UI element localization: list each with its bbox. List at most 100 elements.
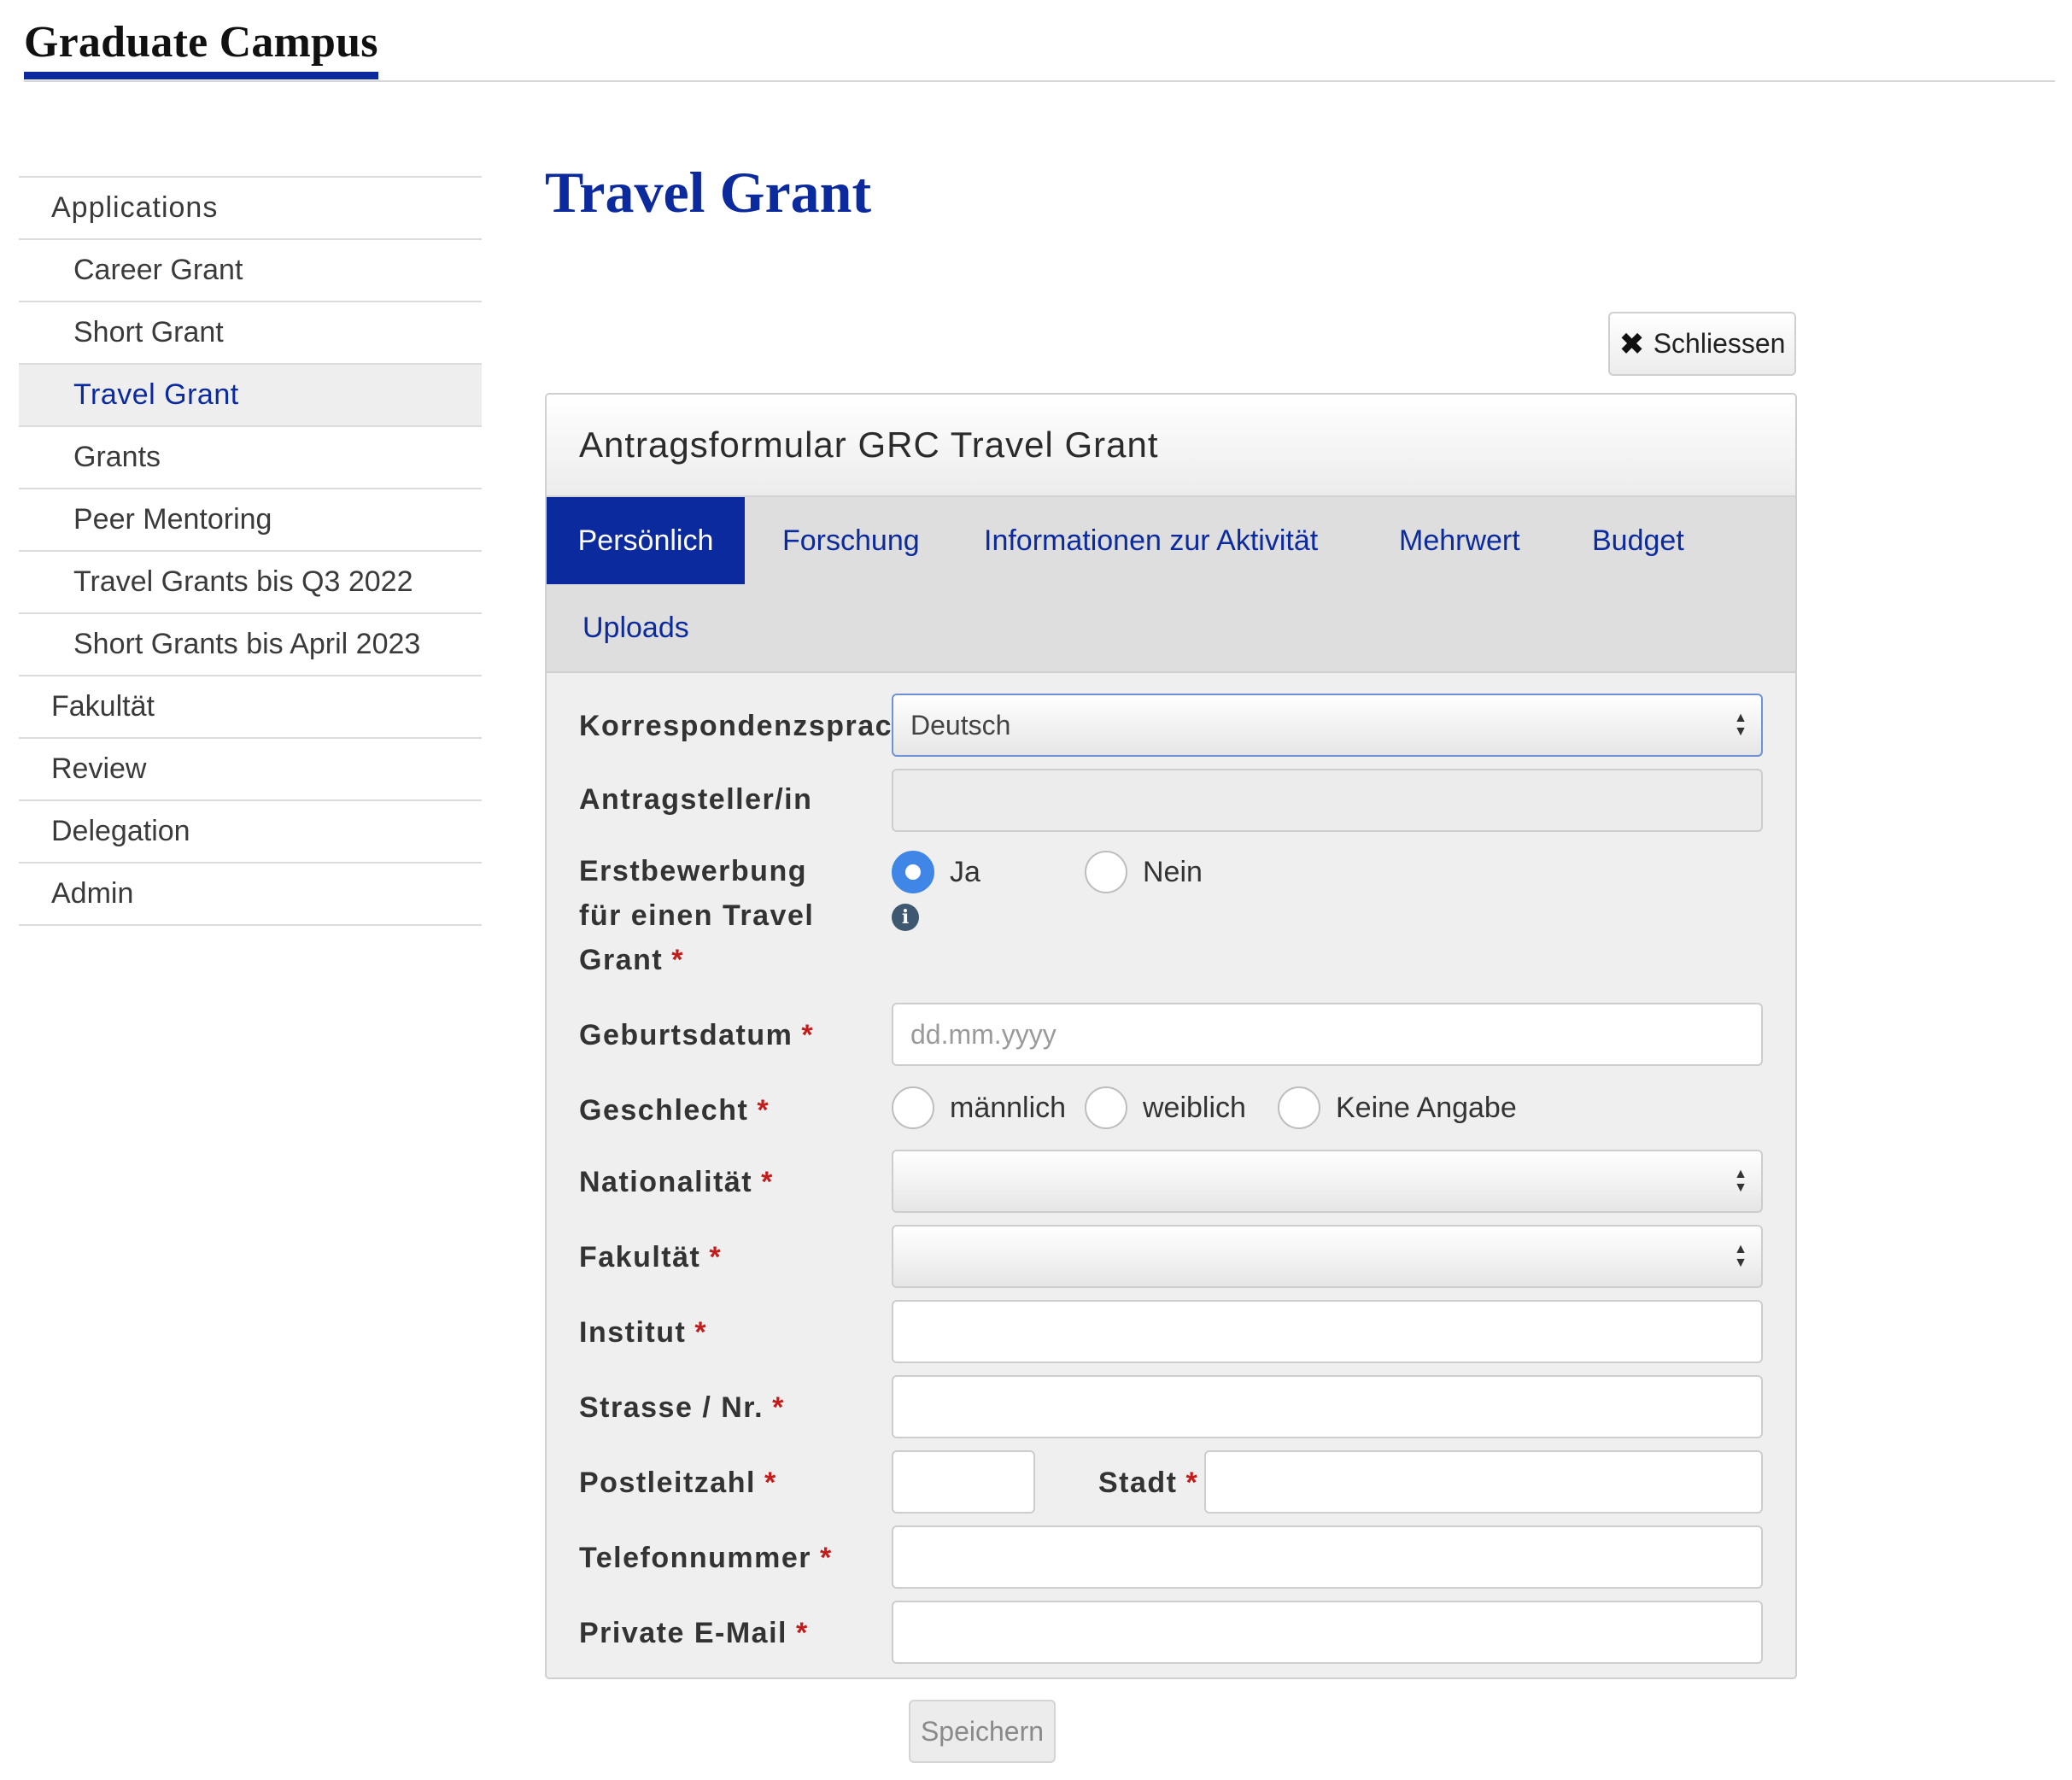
tab-informationen-zur-aktivitaet[interactable]: Informationen zur Aktivität: [984, 497, 1318, 584]
required-marker: *: [671, 944, 684, 976]
geschlecht-weiblich-label: weiblich: [1143, 1091, 1246, 1124]
geburtsdatum-label: Geburtsdatum *: [579, 1013, 814, 1057]
erstbewerbung-label: Erstbewerbung für einen Travel Grant *: [579, 849, 814, 982]
page-title: Travel Grant: [545, 160, 872, 225]
tab-persoenlich[interactable]: Persönlich: [547, 497, 745, 584]
korrespondenz-label: Korrespondenzsprach: [579, 704, 911, 748]
antragsteller-label-text: Antragsteller/in: [579, 783, 813, 816]
strasse-field[interactable]: [892, 1375, 1763, 1438]
sidebar-item-travel-grants-q3-2022[interactable]: Travel Grants bis Q3 2022: [19, 552, 482, 614]
page: Graduate Campus Applications Career Gran…: [0, 0, 2072, 1780]
stadt-label-text: Stadt: [1098, 1467, 1178, 1499]
sidebar-item-review[interactable]: Review: [19, 739, 482, 801]
select-arrows-icon: ▲ ▼: [1734, 1242, 1747, 1270]
required-marker: *: [709, 1241, 723, 1274]
telefon-label-text: Telefonnummer: [579, 1542, 812, 1574]
sidebar-item-career-grant[interactable]: Career Grant: [19, 240, 482, 302]
sidebar-item-peer-mentoring[interactable]: Peer Mentoring: [19, 489, 482, 552]
geschlecht-radio-weiblich[interactable]: weiblich: [1085, 1086, 1246, 1129]
nationalitaet-label-text: Nationalität: [579, 1166, 753, 1198]
radio-checked-icon: [892, 851, 934, 893]
email-label-text: Private E-Mail: [579, 1617, 787, 1649]
erstbewerbung-label-line-1: Erstbewerbung: [579, 855, 807, 887]
fakultaet-label: Fakultät *: [579, 1235, 722, 1279]
close-button[interactable]: ✖ Schliessen: [1608, 312, 1796, 376]
sidebar-item-fakultaet[interactable]: Fakultät: [19, 676, 482, 739]
geschlecht-radio-maennlich[interactable]: männlich: [892, 1086, 1066, 1129]
site-brand[interactable]: Graduate Campus: [24, 17, 378, 67]
form-tabs: Persönlich Forschung Informationen zur A…: [547, 497, 1795, 673]
close-icon: ✖: [1618, 325, 1645, 361]
institut-field[interactable]: [892, 1300, 1763, 1363]
antragsteller-label: Antragsteller/in: [579, 777, 812, 822]
radio-unchecked-icon: [892, 1086, 934, 1129]
sidebar-item-grants[interactable]: Grants: [19, 427, 482, 489]
telefon-label: Telefonnummer *: [579, 1536, 833, 1580]
tab-budget[interactable]: Budget: [1592, 497, 1684, 584]
nationalitaet-label: Nationalität *: [579, 1160, 774, 1204]
fakultaet-label-text: Fakultät: [579, 1241, 701, 1274]
institut-label-text: Institut: [579, 1316, 687, 1349]
select-arrows-icon: ▲ ▼: [1734, 711, 1747, 739]
korrespondenz-select[interactable]: Deutsch ▲ ▼: [892, 694, 1763, 757]
stadt-label: Stadt *: [1098, 1461, 1198, 1505]
radio-unchecked-icon: [1085, 851, 1127, 893]
geschlecht-keine-angabe-label: Keine Angabe: [1336, 1091, 1517, 1124]
tab-forschung[interactable]: Forschung: [782, 497, 920, 584]
close-button-label: Schliessen: [1653, 328, 1786, 359]
geschlecht-label-text: Geschlecht: [579, 1094, 749, 1127]
geschlecht-label: Geschlecht *: [579, 1088, 770, 1133]
info-icon[interactable]: i: [892, 904, 919, 931]
sidebar-item-admin[interactable]: Admin: [19, 864, 482, 926]
telefon-field[interactable]: [892, 1525, 1763, 1589]
tab-mehrwert[interactable]: Mehrwert: [1399, 497, 1520, 584]
nationalitaet-select[interactable]: ▲ ▼: [892, 1150, 1763, 1213]
fakultaet-select[interactable]: ▲ ▼: [892, 1225, 1763, 1288]
required-marker: *: [1185, 1467, 1199, 1499]
institut-label: Institut *: [579, 1310, 707, 1355]
sidebar-nav: Applications Career Grant Short Grant Tr…: [19, 176, 482, 926]
korrespondenz-label-text: Korrespondenzsprach: [579, 710, 912, 742]
erstbewerbung-ja-label: Ja: [950, 855, 980, 888]
select-arrows-icon: ▲ ▼: [1734, 1167, 1747, 1195]
geschlecht-radio-keine-angabe[interactable]: Keine Angabe: [1278, 1086, 1517, 1129]
erstbewerbung-nein-label: Nein: [1143, 855, 1203, 888]
sidebar-item-short-grants-april-2023[interactable]: Short Grants bis April 2023: [19, 614, 482, 676]
antragsteller-field[interactable]: [892, 769, 1763, 832]
erstbewerbung-radio-ja[interactable]: Ja: [892, 851, 980, 893]
sidebar-item-short-grant[interactable]: Short Grant: [19, 302, 482, 365]
email-field[interactable]: [892, 1601, 1763, 1664]
sidebar-item-delegation[interactable]: Delegation: [19, 801, 482, 864]
required-marker: *: [801, 1019, 815, 1051]
geburtsdatum-label-text: Geburtsdatum: [579, 1019, 793, 1051]
required-marker: *: [772, 1391, 785, 1424]
erstbewerbung-radio-nein[interactable]: Nein: [1085, 851, 1203, 893]
geburtsdatum-placeholder: dd.mm.yyyy: [910, 1018, 1056, 1050]
tab-uploads[interactable]: Uploads: [582, 584, 689, 671]
postleitzahl-label-text: Postleitzahl: [579, 1467, 756, 1499]
required-marker: *: [795, 1617, 809, 1649]
postleitzahl-label: Postleitzahl *: [579, 1461, 777, 1505]
email-label: Private E-Mail *: [579, 1611, 809, 1655]
strasse-label: Strasse / Nr. *: [579, 1385, 785, 1430]
erstbewerbung-label-line-2: für einen Travel: [579, 899, 815, 932]
geburtsdatum-field[interactable]: dd.mm.yyyy: [892, 1003, 1763, 1066]
required-marker: *: [694, 1316, 708, 1349]
brand-underline: [24, 72, 378, 79]
header-divider: [24, 80, 2055, 82]
radio-unchecked-icon: [1085, 1086, 1127, 1129]
postleitzahl-field[interactable]: [892, 1450, 1035, 1514]
strasse-label-text: Strasse / Nr.: [579, 1391, 764, 1424]
required-marker: *: [820, 1542, 833, 1574]
sidebar-item-travel-grant[interactable]: Travel Grant: [19, 365, 482, 427]
required-marker: *: [764, 1467, 777, 1499]
sidebar-item-applications[interactable]: Applications: [19, 178, 482, 240]
erstbewerbung-label-line-3: Grant: [579, 944, 664, 976]
required-marker: *: [761, 1166, 774, 1198]
radio-unchecked-icon: [1278, 1086, 1320, 1129]
geschlecht-maennlich-label: männlich: [950, 1091, 1067, 1124]
save-button[interactable]: Speichern: [909, 1700, 1056, 1763]
panel-title: Antragsformular GRC Travel Grant: [547, 395, 1795, 497]
required-marker: *: [757, 1094, 770, 1127]
stadt-field[interactable]: [1204, 1450, 1763, 1514]
